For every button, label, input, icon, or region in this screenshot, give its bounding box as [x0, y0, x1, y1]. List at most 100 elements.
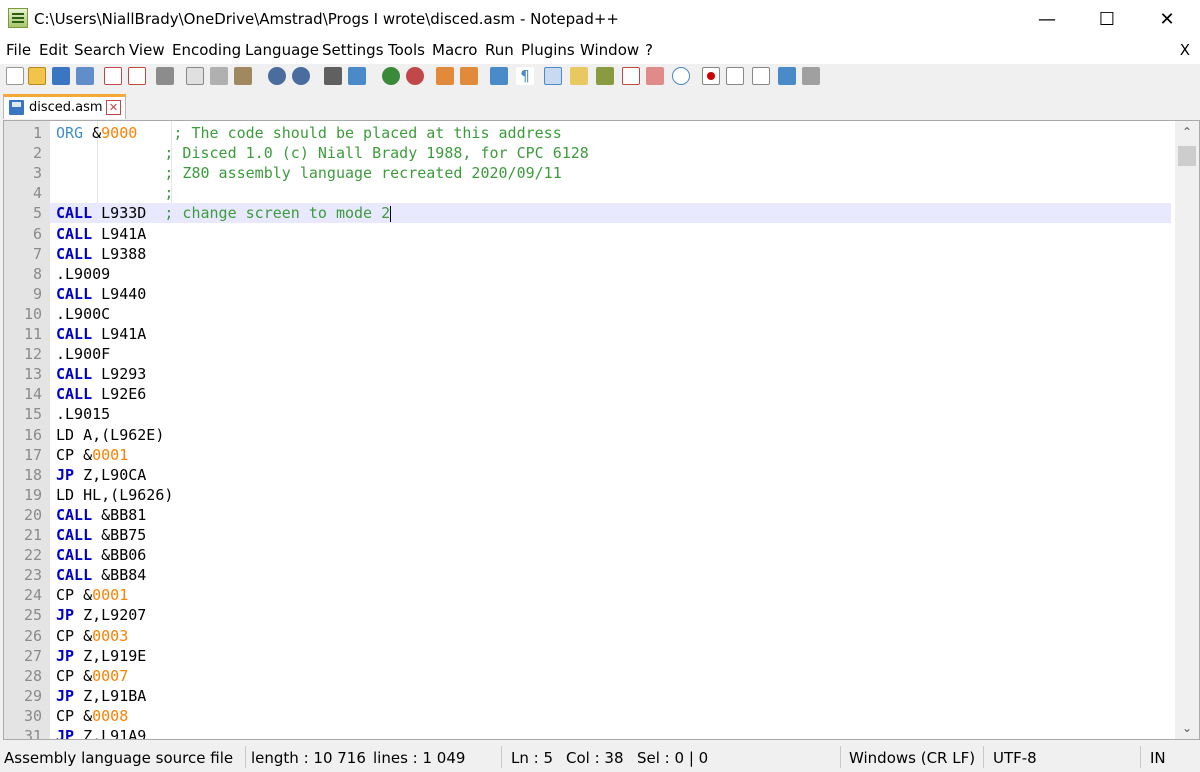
scroll-down-icon[interactable]: ⌄: [1175, 719, 1199, 737]
code-line[interactable]: 18 JP Z,L90CA: [24, 465, 1171, 485]
code-line[interactable]: 5 CALL L933D ; change screen to mode 2: [33, 203, 1171, 224]
paste-icon[interactable]: [234, 67, 252, 85]
code-token: 0008: [92, 706, 129, 725]
code-line[interactable]: 1 ORG &9000 ; The code should be placed a…: [33, 123, 1171, 143]
close-document-button[interactable]: X: [1180, 41, 1190, 59]
code-token: CALL: [56, 526, 93, 544]
menu-edit[interactable]: Edit: [39, 41, 68, 59]
monitoring-icon[interactable]: [672, 67, 690, 85]
menu-window[interactable]: Window: [580, 41, 639, 59]
code-token: &BB81: [92, 505, 147, 524]
maximize-button[interactable]: ☐: [1084, 0, 1130, 38]
code-line[interactable]: 10 .L900C: [24, 304, 1171, 324]
code-line[interactable]: 17 CP &0001: [24, 445, 1171, 465]
code-area[interactable]: 1 ORG &9000 ; The code should be placed a…: [24, 121, 1171, 739]
run-macro-multiple-icon[interactable]: [778, 67, 796, 85]
code-token: JP: [56, 686, 75, 705]
sync-vertical-icon[interactable]: [436, 67, 454, 85]
zoom-out-icon[interactable]: [406, 67, 424, 85]
code-line[interactable]: 27 JP Z,L919E: [24, 646, 1171, 666]
copy-icon[interactable]: [210, 67, 228, 85]
code-line[interactable]: 19 LD HL,(L9626): [24, 485, 1171, 505]
code-line[interactable]: 16 LD A,(L962E): [24, 425, 1171, 445]
code-token: 0001: [92, 445, 129, 464]
code-line[interactable]: 25 JP Z,L9207: [24, 605, 1171, 625]
zoom-in-icon[interactable]: [382, 67, 400, 85]
code-line[interactable]: 30 CP &0008: [24, 706, 1171, 726]
cut-icon[interactable]: [186, 67, 204, 85]
line-number: 28: [23, 666, 42, 685]
code-line[interactable]: 14 CALL L92E6: [24, 384, 1171, 404]
close-icon[interactable]: [104, 67, 122, 85]
indent-guide-icon[interactable]: [544, 67, 562, 85]
menu-language[interactable]: Language: [245, 41, 319, 59]
undo-icon[interactable]: [268, 67, 286, 85]
code-line[interactable]: 12 .L900F: [24, 344, 1171, 364]
user-language-icon[interactable]: [570, 67, 588, 85]
code-line[interactable]: 3 ; Z80 assembly language recreated 2020…: [33, 163, 1171, 183]
menu-run[interactable]: Run: [485, 41, 514, 59]
menu-tools[interactable]: Tools: [388, 41, 425, 59]
save-all-icon[interactable]: [76, 67, 94, 85]
redo-icon[interactable]: [292, 67, 310, 85]
function-list-icon[interactable]: [622, 67, 640, 85]
menu-help[interactable]: ?: [645, 41, 653, 59]
scrollbar-thumb[interactable]: [1178, 146, 1196, 166]
code-line[interactable]: 6 CALL L941A: [33, 224, 1171, 244]
code-line[interactable]: 28 CP &0007: [24, 666, 1171, 686]
menu-search[interactable]: Search: [74, 41, 126, 59]
save-macro-icon[interactable]: [802, 67, 820, 85]
code-line[interactable]: 11 CALL L941A: [24, 324, 1171, 344]
menu-settings[interactable]: Settings: [322, 41, 384, 59]
code-line[interactable]: 8 .L9009: [33, 264, 1171, 284]
minimize-button[interactable]: —: [1024, 0, 1070, 38]
code-token: ; Disced 1.0 (c) Niall Brady 1988, for C…: [164, 144, 589, 163]
find-icon[interactable]: [324, 67, 342, 85]
vertical-scrollbar[interactable]: ⌃ ⌄: [1175, 121, 1199, 739]
doc-map-icon[interactable]: [596, 67, 614, 85]
new-file-icon[interactable]: [6, 67, 24, 85]
code-line[interactable]: 22 CALL &BB06: [24, 545, 1171, 565]
record-macro-icon[interactable]: [702, 67, 720, 85]
code-line[interactable]: 2 ; Disced 1.0 (c) Niall Brady 1988, for…: [33, 143, 1171, 163]
code-line[interactable]: 23 CALL &BB84: [24, 565, 1171, 585]
tab-disced-asm[interactable]: disced.asm ✕: [3, 94, 126, 119]
code-line[interactable]: 7 CALL L9388: [33, 244, 1171, 264]
menu-file[interactable]: File: [6, 41, 31, 59]
code-token: ; Z80 assembly language recreated 2020/0…: [164, 164, 562, 183]
code-line[interactable]: 4 ;: [33, 183, 1171, 203]
open-file-icon[interactable]: [28, 67, 46, 85]
code-line[interactable]: 9 CALL L9440: [33, 284, 1171, 304]
code-line[interactable]: 13 CALL L9293: [24, 364, 1171, 384]
save-icon[interactable]: [52, 67, 70, 85]
menu-plugins[interactable]: Plugins: [521, 41, 575, 59]
print-icon[interactable]: [156, 67, 174, 85]
code-editor[interactable]: 1 ORG &9000 ; The code should be placed a…: [3, 120, 1200, 740]
code-token: .L900F: [56, 345, 111, 364]
code-line[interactable]: 24 CP &0001: [24, 585, 1171, 605]
folder-workspace-icon[interactable]: [646, 67, 664, 85]
menu-encoding[interactable]: Encoding: [172, 41, 241, 59]
sync-horizontal-icon[interactable]: [460, 67, 478, 85]
play-macro-icon[interactable]: [752, 67, 770, 85]
code-line[interactable]: 15 .L9015: [24, 404, 1171, 424]
close-window-button[interactable]: ✕: [1144, 0, 1190, 38]
show-all-chars-icon[interactable]: ¶: [516, 67, 534, 85]
code-line[interactable]: 20 CALL &BB81: [24, 505, 1171, 525]
stop-record-icon[interactable]: [726, 67, 744, 85]
close-all-icon[interactable]: [128, 67, 146, 85]
code-line[interactable]: 26 CP &0003: [24, 626, 1171, 646]
code-line[interactable]: 29 JP Z,L91BA: [24, 686, 1171, 706]
word-wrap-icon[interactable]: [490, 67, 508, 85]
line-number: 14: [23, 385, 42, 404]
line-number: 12: [23, 345, 42, 364]
code-line[interactable]: 31 JP Z,L91A9: [24, 726, 1171, 739]
code-token: L941A: [92, 224, 147, 243]
menu-view[interactable]: View: [129, 41, 165, 59]
replace-icon[interactable]: [348, 67, 366, 85]
code-token: CALL: [56, 284, 93, 303]
code-line[interactable]: 21 CALL &BB75: [24, 525, 1171, 545]
scroll-up-icon[interactable]: ⌃: [1175, 123, 1199, 141]
menu-macro[interactable]: Macro: [432, 41, 477, 59]
tab-close-icon[interactable]: ✕: [106, 100, 121, 115]
